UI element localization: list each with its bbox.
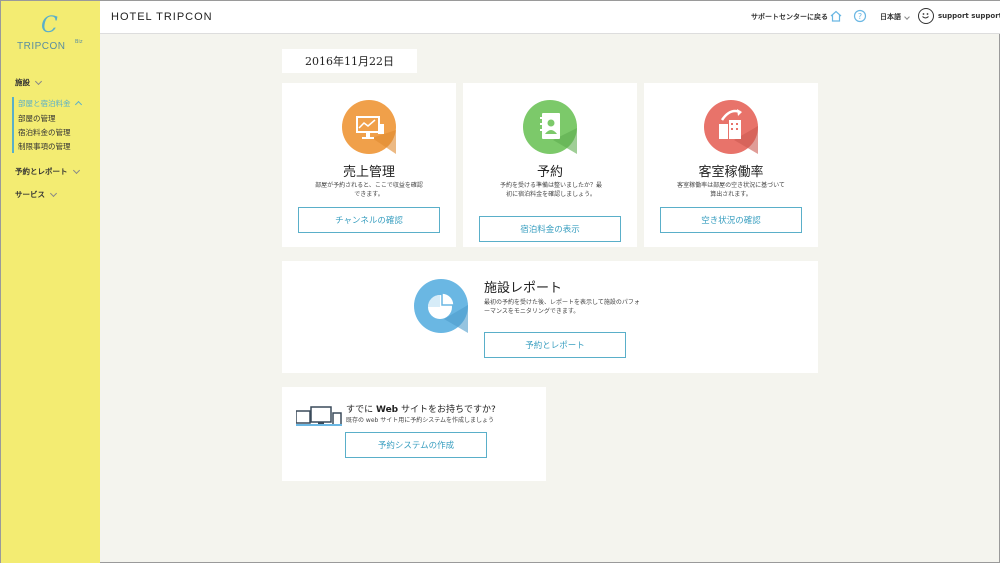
check-availability-button[interactable]: 空き状況の確認 bbox=[660, 207, 802, 233]
sidebar: C TRIPCON Biz 施設 部屋と宿泊料金 部屋の管理 宿泊料金の管理 制… bbox=[1, 1, 100, 563]
chevron-down-icon bbox=[904, 14, 911, 20]
sales-title: 売上管理 bbox=[342, 165, 395, 180]
sidebar-item-facility[interactable]: 施設 bbox=[15, 77, 43, 88]
create-booking-system-button[interactable]: 予約システムの作成 bbox=[345, 432, 487, 458]
booking-card: 予約 予約を受ける準備は整いましたか？最初に宿泊料金を確認しましょう。 宿泊料金… bbox=[463, 83, 637, 247]
sidebar-subitem-rooms[interactable]: 部屋の管理 bbox=[18, 113, 56, 124]
avatar[interactable] bbox=[918, 8, 934, 24]
address-book-icon bbox=[540, 113, 577, 154]
report-card: 施設レポート 最初の予約を受けた後、レポートを表示して施設のパフォーマンスをモニ… bbox=[282, 261, 818, 373]
user-menu[interactable]: support support bbox=[938, 12, 1000, 20]
chevron-down-icon bbox=[72, 166, 80, 174]
smiley-icon bbox=[922, 13, 929, 19]
sidebar-item-label: 部屋と宿泊料金 bbox=[18, 99, 71, 108]
occupancy-card: 客室稼働率 客室稼働率は部屋の空き状況に基づいて算出されます。 空き状況の確認 bbox=[644, 83, 818, 247]
sidebar-item-label: サービス bbox=[15, 190, 45, 199]
occupancy-desc: 客室稼働率は部屋の空き状況に基づいて算出されます。 bbox=[677, 182, 785, 198]
sidebar-subitem-rates[interactable]: 宿泊料金の管理 bbox=[18, 127, 71, 138]
user-name: support support bbox=[938, 12, 1000, 20]
logo[interactable]: C TRIPCON Biz bbox=[13, 15, 89, 59]
show-rates-button[interactable]: 宿泊料金の表示 bbox=[479, 216, 621, 242]
chevron-up-icon bbox=[74, 100, 82, 109]
language-select[interactable]: 日本語 bbox=[880, 12, 911, 22]
logo-sup: Biz bbox=[75, 39, 83, 45]
sidebar-subitem-restrictions[interactable]: 制限事項の管理 bbox=[18, 141, 71, 152]
svg-text:?: ? bbox=[858, 12, 862, 21]
website-desc: 既存の web サイト用に予約システムを作成しましょう bbox=[346, 417, 495, 424]
check-channel-button[interactable]: チャンネルの確認 bbox=[298, 207, 440, 233]
pie-chart-icon bbox=[428, 292, 468, 333]
support-center-link[interactable]: サポートセンターに戻る bbox=[751, 12, 828, 22]
booking-desc: 予約を受ける準備は整いましたか？最初に宿泊料金を確認しましょう。 bbox=[499, 182, 602, 198]
help-icon[interactable]: ? bbox=[853, 9, 867, 23]
sales-card: 売上管理 部屋が予約されると、ここで収益を確認できます。 チャンネルの確認 bbox=[282, 83, 456, 247]
website-title-pre: すでに bbox=[346, 405, 374, 415]
occupancy-title: 客室稼働率 bbox=[698, 165, 764, 180]
sidebar-item-label: 予約とレポート bbox=[15, 167, 68, 176]
website-card: すでに Web サイトをお持ちですか? 既存の web サイト用に予約システムを… bbox=[282, 387, 546, 481]
sidebar-item-label: 施設 bbox=[15, 78, 30, 87]
language-label: 日本語 bbox=[880, 13, 901, 21]
logo-text: TRIPCON bbox=[17, 41, 66, 52]
report-icon-circle bbox=[414, 279, 468, 333]
current-date: 2016年11月22日 bbox=[282, 49, 417, 73]
building-growth-icon bbox=[719, 109, 758, 154]
reservations-report-button[interactable]: 予約とレポート bbox=[484, 332, 626, 358]
booking-icon-circle bbox=[523, 100, 577, 154]
sales-desc: 部屋が予約されると、ここで収益を確認できます。 bbox=[315, 182, 423, 198]
devices-icon bbox=[296, 406, 342, 426]
chevron-down-icon bbox=[49, 189, 58, 197]
occupancy-icon-circle bbox=[704, 100, 758, 154]
sidebar-item-services[interactable]: サービス bbox=[15, 189, 58, 200]
website-title-post: サイトをお持ちですか? bbox=[401, 405, 496, 415]
sidebar-item-rooms-rates[interactable]: 部屋と宿泊料金 bbox=[18, 98, 82, 109]
website-title-bold: Web bbox=[375, 405, 399, 415]
sidebar-group-rooms: 部屋と宿泊料金 部屋の管理 宿泊料金の管理 制限事項の管理 bbox=[12, 97, 82, 153]
sales-icon-circle bbox=[342, 100, 396, 154]
hotel-name: HOTEL TRIPCON bbox=[111, 11, 213, 23]
booking-title: 予約 bbox=[536, 165, 563, 180]
home-icon[interactable] bbox=[829, 9, 843, 23]
sidebar-item-reservations[interactable]: 予約とレポート bbox=[15, 166, 80, 177]
chevron-down-icon bbox=[34, 77, 43, 85]
website-title: すでに Web サイトをお持ちですか? bbox=[346, 402, 496, 415]
monitor-chart-icon bbox=[356, 116, 396, 154]
report-desc: 最初の予約を受けた後、レポートを表示して施設のパフォーマンスをモニタリングできま… bbox=[484, 299, 640, 315]
top-header: HOTEL TRIPCON サポートセンターに戻る ? 日本語 support … bbox=[100, 1, 1000, 34]
report-title: 施設レポート bbox=[484, 281, 563, 296]
logo-mark: C bbox=[41, 13, 58, 38]
